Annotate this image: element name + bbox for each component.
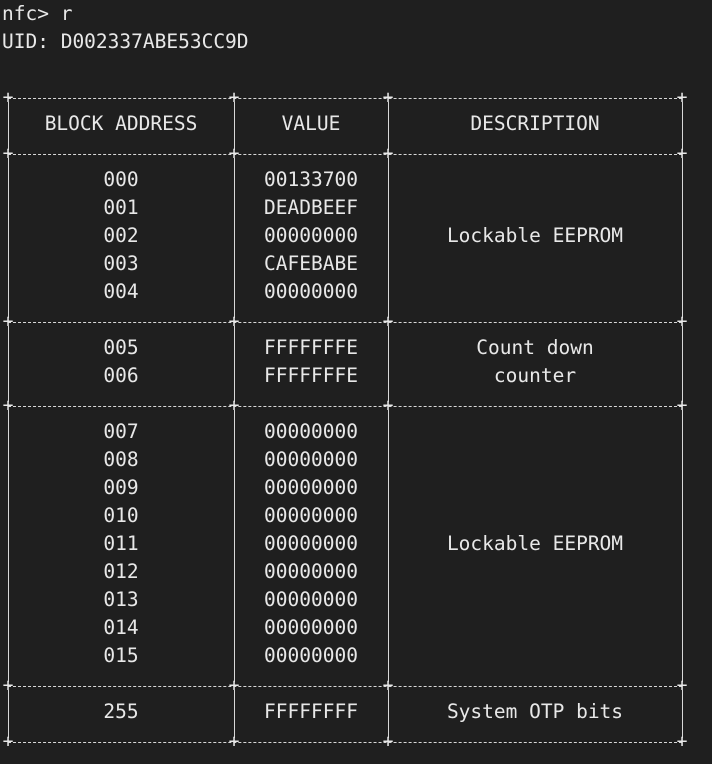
block-description-cell: Count down counter	[388, 334, 682, 390]
header-value: VALUE	[281, 112, 341, 135]
block-value-cell: 00000000	[264, 532, 358, 555]
block-value-cell: 00000000	[264, 644, 358, 667]
uid-line: UID: D002337ABE53CC9D	[2, 30, 249, 53]
table-column-separator	[682, 158, 683, 318]
block-value-cell: 00000000	[264, 560, 358, 583]
block-address-cell: 009	[103, 476, 139, 499]
description-line: System OTP bits	[446, 700, 624, 723]
table-border-rule	[8, 406, 682, 407]
block-address-cell: 000	[103, 168, 139, 191]
table-border-rule	[8, 322, 682, 323]
block-value-cell: 00000000	[264, 420, 358, 443]
header-block-address: BLOCK ADDRESS	[44, 112, 198, 135]
table-corner-plus: +	[228, 731, 240, 752]
table-column-separator	[234, 410, 235, 682]
table-column-separator	[682, 410, 683, 682]
block-value-cell: FFFFFFFF	[264, 700, 358, 723]
command-prompt-line: nfc> r	[2, 2, 73, 25]
description-line: Lockable EEPROM	[446, 224, 624, 247]
table-border-rule	[8, 686, 682, 687]
block-address-cell: 007	[103, 420, 139, 443]
table-border-rule	[8, 98, 682, 99]
table-column-separator	[234, 158, 235, 318]
table-column-separator	[8, 410, 9, 682]
block-value-cell: DEADBEEF	[264, 196, 358, 219]
table-column-separator	[8, 158, 9, 318]
terminal-window[interactable]: nfc> r UID: D002337ABE53CC9D + + + + BLOCK A…	[2, 0, 708, 764]
block-address-cell: 014	[103, 616, 139, 639]
block-address-cell: 013	[103, 588, 139, 611]
table-corner-plus: +	[2, 731, 14, 752]
block-value-cell: 00000000	[264, 448, 358, 471]
block-value-cell: FFFFFFFE	[264, 364, 358, 387]
block-description-cell: System OTP bits	[388, 698, 682, 726]
block-address-cell: 004	[103, 280, 139, 303]
block-value-cell: 00000000	[264, 476, 358, 499]
block-value-cell: CAFEBABE	[264, 252, 358, 275]
block-value-cell: FFFFFFFE	[264, 336, 358, 359]
table-column-separator	[682, 326, 683, 402]
table-column-separator	[8, 326, 9, 402]
block-address-cell: 002	[103, 224, 139, 247]
header-description: DESCRIPTION	[470, 112, 600, 135]
block-value-cell: 00133700	[264, 168, 358, 191]
block-value-cell: 00000000	[264, 224, 358, 247]
block-address-cell: 255	[103, 700, 139, 723]
table-corner-plus: +	[676, 731, 688, 752]
table-corner-plus: +	[382, 731, 394, 752]
block-address-cell: 008	[103, 448, 139, 471]
block-address-cell: 006	[103, 364, 139, 387]
block-address-cell: 015	[103, 644, 139, 667]
block-address-cell: 005	[103, 336, 139, 359]
block-value-cell: 00000000	[264, 280, 358, 303]
block-address-cell: 001	[103, 196, 139, 219]
block-description-cell: Lockable EEPROM	[388, 418, 682, 670]
table-border-rule	[8, 742, 682, 743]
block-value-cell: 00000000	[264, 588, 358, 611]
block-description-cell: Lockable EEPROM	[388, 166, 682, 306]
block-address-cell: 011	[103, 532, 139, 555]
table-column-separator	[234, 326, 235, 402]
description-line: Count down	[476, 336, 594, 359]
description-line: counter	[493, 364, 577, 387]
block-address-cell: 010	[103, 504, 139, 527]
description-line: Lockable EEPROM	[446, 532, 624, 555]
block-address-cell: 003	[103, 252, 139, 275]
block-value-cell: 00000000	[264, 504, 358, 527]
table-border-rule	[8, 154, 682, 155]
block-address-cell: 012	[103, 560, 139, 583]
block-value-cell: 00000000	[264, 616, 358, 639]
